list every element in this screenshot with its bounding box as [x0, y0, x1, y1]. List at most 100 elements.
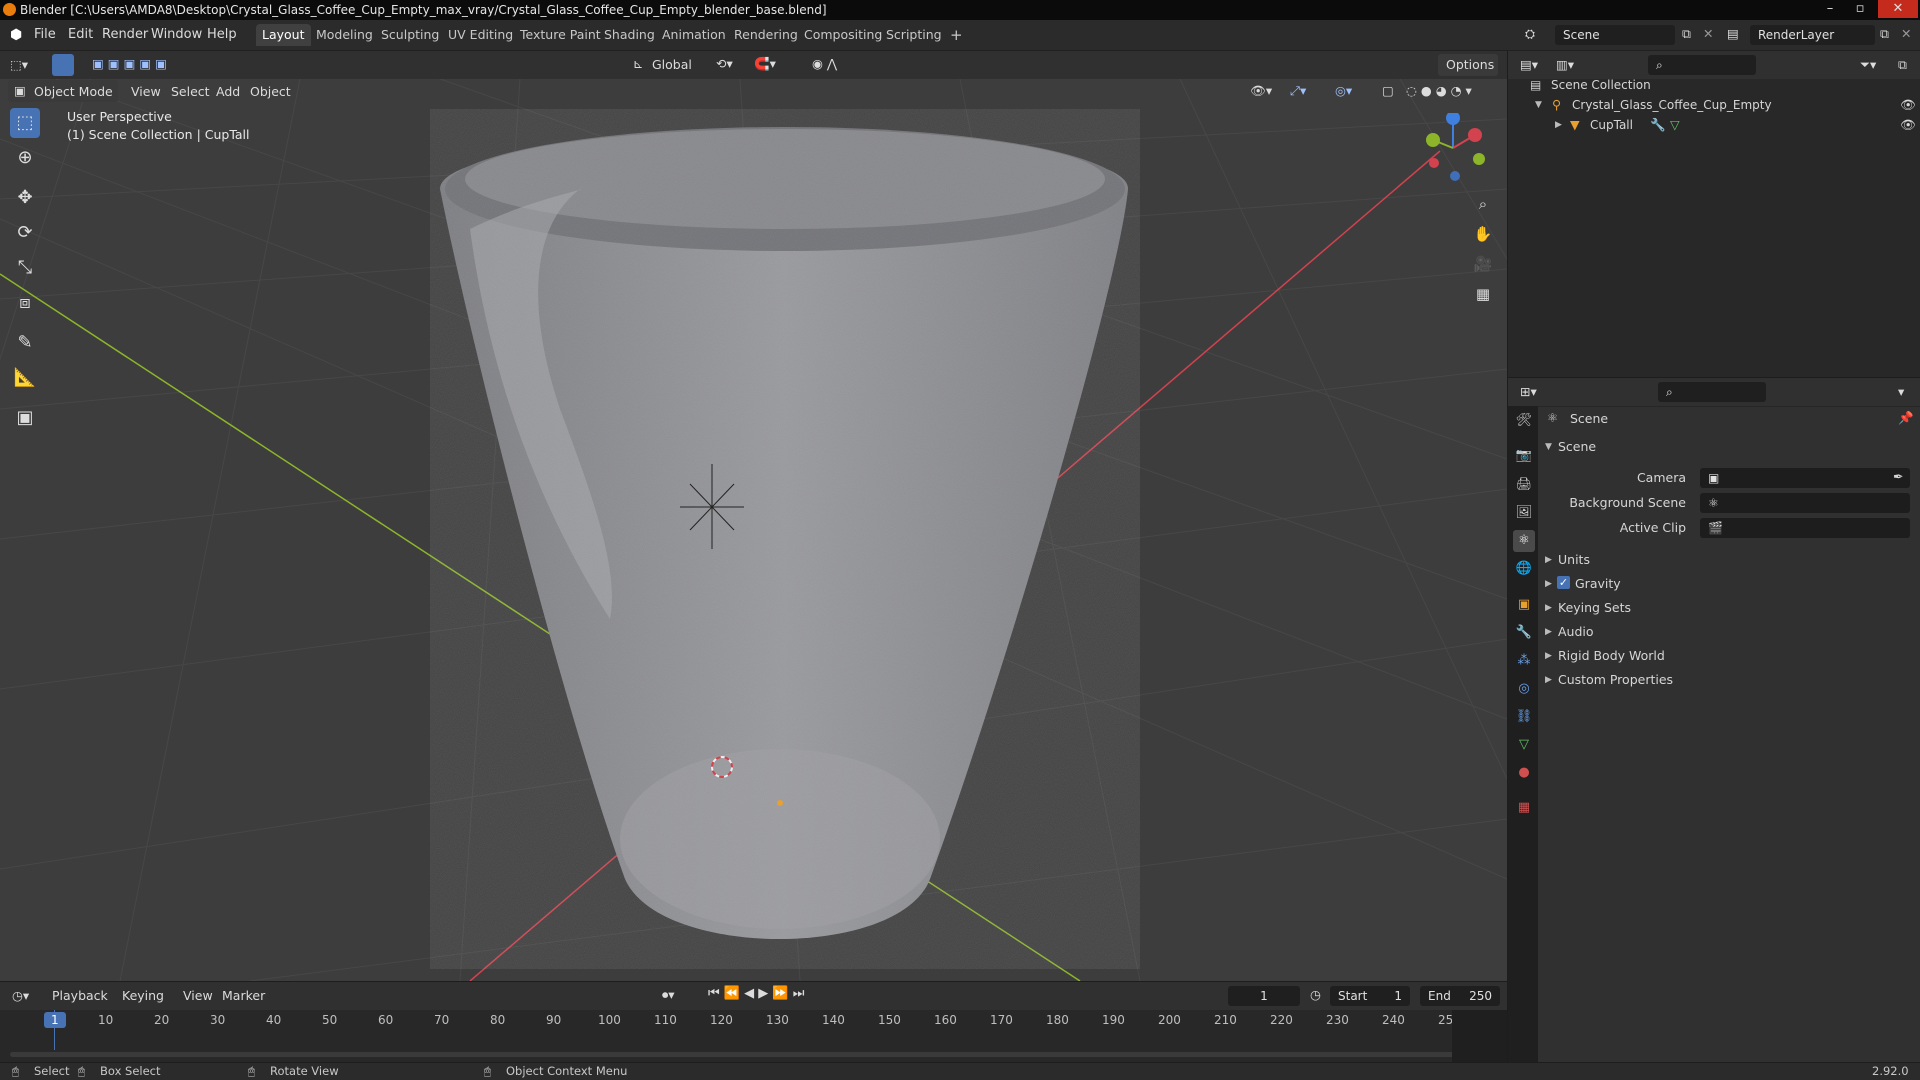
- tab-layout[interactable]: Layout: [256, 24, 311, 46]
- object-visibility-eye-icon[interactable]: 👁: [1900, 117, 1916, 133]
- custom-properties-section[interactable]: Custom Properties: [1558, 672, 1673, 687]
- menu-edit[interactable]: Edit: [68, 27, 93, 42]
- rigid-body-expand-icon[interactable]: ▶: [1545, 651, 1552, 661]
- editor-type-icon[interactable]: ⬚▾: [10, 57, 28, 72]
- expand-collection-icon[interactable]: ▼: [1535, 100, 1542, 110]
- timeline-scrollbar[interactable]: [10, 1052, 1495, 1057]
- tab-scripting[interactable]: Scripting: [880, 24, 948, 46]
- physics-tab-icon[interactable]: ◎: [1513, 678, 1535, 700]
- camera-view-icon[interactable]: 🎥: [1470, 251, 1496, 277]
- gravity-section[interactable]: Gravity: [1575, 576, 1621, 591]
- gravity-checkbox[interactable]: ✓: [1557, 576, 1570, 589]
- custom-props-expand-icon[interactable]: ▶: [1545, 675, 1552, 685]
- visibility-eye-icon[interactable]: 👁: [1900, 97, 1916, 113]
- 3d-viewport[interactable]: User Perspective (1) Scene Collection | …: [0, 79, 1507, 981]
- active-clip-field[interactable]: 🎬: [1700, 518, 1910, 538]
- view-menu[interactable]: View: [131, 84, 161, 99]
- visibility-icon[interactable]: 👁▾: [1250, 83, 1272, 99]
- tab-sculpting[interactable]: Sculpting: [375, 24, 445, 46]
- tab-modeling[interactable]: Modeling: [310, 24, 379, 46]
- shading-modes-icon[interactable]: ◌ ● ◕ ◔ ▾: [1406, 83, 1472, 98]
- object-menu[interactable]: Object: [250, 84, 291, 99]
- scene-tab-icon[interactable]: ⚛: [1513, 530, 1535, 552]
- navigation-gizmo[interactable]: [1418, 113, 1498, 183]
- render-tab-icon[interactable]: 📷: [1513, 445, 1535, 467]
- renderlayer-field[interactable]: RenderLayer: [1750, 25, 1875, 45]
- properties-search-input[interactable]: ⌕: [1658, 382, 1766, 402]
- move-tool-icon[interactable]: ✥: [10, 183, 40, 213]
- audio-section[interactable]: Audio: [1558, 624, 1594, 639]
- output-tab-icon[interactable]: 🖨: [1513, 474, 1535, 496]
- renderlayer-browse-icon[interactable]: ▤: [1727, 26, 1739, 41]
- particles-tab-icon[interactable]: ⁂: [1513, 650, 1535, 672]
- orientation-dropdown[interactable]: Global: [652, 57, 692, 72]
- playback-menu[interactable]: Playback: [52, 988, 108, 1003]
- add-workspace-button[interactable]: +: [944, 24, 969, 46]
- end-frame-field[interactable]: End 250: [1420, 986, 1500, 1006]
- outliner-editor-icon[interactable]: ▤▾: [1520, 57, 1538, 72]
- units-expand-icon[interactable]: ▶: [1545, 555, 1552, 565]
- pan-hand-icon[interactable]: ✋: [1470, 221, 1496, 247]
- add-menu[interactable]: Add: [216, 84, 240, 99]
- snap-icon[interactable]: 🧲▾: [754, 56, 776, 72]
- new-collection-icon[interactable]: ⧉: [1898, 57, 1907, 73]
- transform-tool-icon[interactable]: ⧈: [10, 288, 40, 318]
- orientation-icon[interactable]: ⊾: [633, 56, 643, 71]
- material-tab-icon[interactable]: ●: [1513, 762, 1535, 784]
- scene-panel-title[interactable]: Scene: [1558, 439, 1596, 454]
- measure-tool-icon[interactable]: 📐: [10, 363, 40, 393]
- audio-expand-icon[interactable]: ▶: [1545, 627, 1552, 637]
- constraints-tab-icon[interactable]: ⛓: [1513, 706, 1535, 728]
- preview-range-icon[interactable]: ◷: [1310, 987, 1321, 1002]
- start-frame-field[interactable]: Start 1: [1330, 986, 1410, 1006]
- gizmo-toggle-icon[interactable]: ⤢▾: [1290, 83, 1306, 99]
- properties-options-icon[interactable]: ▾: [1898, 384, 1904, 399]
- ortho-toggle-icon[interactable]: ▦: [1470, 281, 1496, 307]
- outliner-root[interactable]: Scene Collection: [1551, 78, 1651, 92]
- object-tab-icon[interactable]: ▣: [1513, 594, 1535, 616]
- new-scene-icon[interactable]: ⧉: [1682, 26, 1691, 42]
- proportional-edit-icon[interactable]: ◉ ⋀: [812, 56, 837, 71]
- tab-animation[interactable]: Animation: [656, 24, 732, 46]
- keying-sets-expand-icon[interactable]: ▶: [1545, 603, 1552, 613]
- outliner-object[interactable]: CupTall: [1590, 118, 1633, 132]
- timeline-view-menu[interactable]: View: [183, 988, 213, 1003]
- tab-shading[interactable]: Shading: [598, 24, 661, 46]
- options-dropdown[interactable]: Options: [1446, 57, 1494, 72]
- marker-menu[interactable]: Marker: [222, 988, 265, 1003]
- world-tab-icon[interactable]: 🌐: [1513, 558, 1535, 580]
- expand-object-icon[interactable]: ▶: [1555, 120, 1562, 130]
- tab-rendering[interactable]: Rendering: [728, 24, 804, 46]
- tab-uv-editing[interactable]: UV Editing: [442, 24, 519, 46]
- data-tab-icon[interactable]: ▽: [1513, 734, 1535, 756]
- rigid-body-world-section[interactable]: Rigid Body World: [1558, 648, 1665, 663]
- eyedropper-icon[interactable]: ✒: [1893, 469, 1903, 484]
- record-icon[interactable]: ⏺▾: [662, 987, 675, 1003]
- timeline-editor-icon[interactable]: ◷▾: [12, 988, 29, 1003]
- tool-tab-icon[interactable]: 🛠: [1513, 410, 1535, 432]
- units-section[interactable]: Units: [1558, 552, 1590, 567]
- tab-texture-paint[interactable]: Texture Paint: [514, 24, 607, 46]
- scene-panel-expand-icon[interactable]: ▼: [1545, 442, 1552, 452]
- display-mode-icon[interactable]: ▥▾: [1556, 57, 1574, 72]
- select-tool-icon[interactable]: [52, 54, 74, 76]
- background-scene-field[interactable]: ⚛: [1700, 493, 1910, 513]
- texture-tab-icon[interactable]: ▦: [1513, 797, 1535, 819]
- delete-scene-icon[interactable]: ✕: [1703, 26, 1713, 41]
- menu-window[interactable]: Window: [151, 27, 202, 42]
- modifiers-tab-icon[interactable]: 🔧: [1513, 622, 1535, 644]
- select-box-tool-icon[interactable]: ⬚: [10, 108, 40, 138]
- select-menu[interactable]: Select: [171, 84, 210, 99]
- keying-sets-section[interactable]: Keying Sets: [1558, 600, 1631, 615]
- xray-icon[interactable]: ▢: [1382, 83, 1394, 98]
- menu-file[interactable]: File: [34, 27, 56, 42]
- blender-menu-icon[interactable]: ⬢: [10, 27, 22, 43]
- menu-render[interactable]: Render: [102, 27, 148, 42]
- zoom-icon[interactable]: ⌕: [1470, 191, 1496, 217]
- filter-icon[interactable]: ⏷▾: [1860, 57, 1876, 73]
- gravity-expand-icon[interactable]: ▶: [1545, 579, 1552, 589]
- cursor-tool-icon[interactable]: ⊕: [10, 143, 40, 173]
- pin-icon[interactable]: 📌: [1898, 410, 1914, 426]
- mode-selector[interactable]: ▣ Object Mode: [8, 80, 118, 102]
- scale-tool-icon[interactable]: ⤡: [10, 253, 40, 283]
